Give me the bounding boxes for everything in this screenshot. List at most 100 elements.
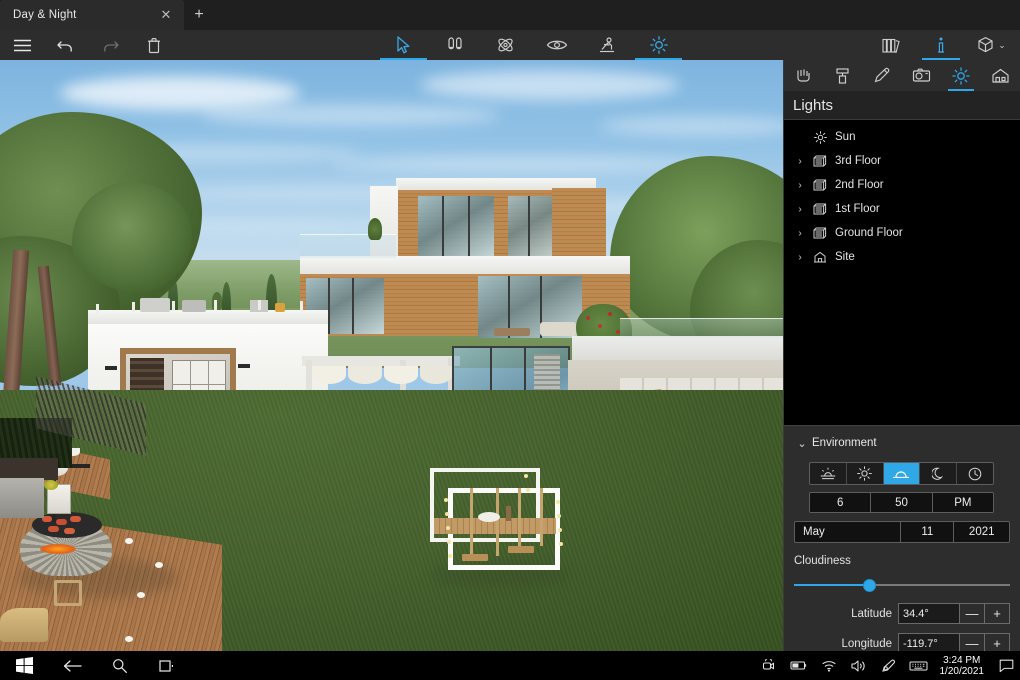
light-label: 3rd Floor [835,155,882,167]
render-tool[interactable] [582,30,633,60]
light-item-ground-floor[interactable]: › Ground Floor [784,221,1020,245]
flower [598,324,602,328]
section-title: Environment [812,437,877,449]
pergola-sail [348,366,382,384]
deck-chair [0,608,48,642]
meridiem-input[interactable]: PM [932,493,993,512]
pen-icon[interactable] [874,651,904,680]
hour-input[interactable]: 6 [810,493,872,512]
chevron-right-icon[interactable]: › [791,252,809,263]
meet-now-icon[interactable] [754,651,784,680]
toolbar-right-group: ⌄ [866,30,1016,60]
latitude-input[interactable]: 34.4° [898,603,960,624]
environment-section-header[interactable]: ⌄ Environment [794,432,1010,454]
chevron-right-icon[interactable]: › [791,180,809,191]
clock-date: 1/20/2021 [939,665,985,677]
swing-rope [518,488,521,550]
view-cube-button[interactable]: ⌄ [966,30,1016,60]
light-item-3rd-floor[interactable]: › 3rd Floor [784,149,1020,173]
page-title: Lights [793,96,834,114]
window-mullion [328,278,330,334]
latitude-label: Latitude [851,607,892,620]
battery-icon[interactable] [784,651,814,680]
light-item-1st-floor[interactable]: › 1st Floor [784,197,1020,221]
parapet-post [214,300,217,310]
latitude-decrement-button[interactable]: — [960,603,985,624]
bottle [506,506,511,521]
pergola-sail [312,366,346,384]
keyboard-icon[interactable] [904,651,934,680]
preset-sunset[interactable] [883,463,921,484]
tab-draw[interactable] [863,60,902,91]
chevron-down-icon[interactable]: ⌄ [998,40,1006,51]
wifi-icon[interactable] [814,651,844,680]
cloudiness-slider[interactable] [794,576,1010,594]
month-input[interactable]: May [795,522,902,542]
search-icon[interactable] [96,651,144,680]
pergola-sail [384,366,418,384]
close-icon[interactable]: ✕ [159,8,173,22]
scene-element [172,384,226,385]
minute-input[interactable]: 50 [871,493,933,512]
string-light [444,498,448,502]
fruit-bowl [44,480,58,490]
info-button[interactable] [916,30,966,60]
undo-icon[interactable] [44,30,88,60]
select-tool[interactable] [378,30,429,60]
grilled-food [64,528,75,534]
tab-lighting[interactable] [941,60,980,91]
swing-rope [540,488,543,546]
latitude-increment-button[interactable]: + [985,603,1010,624]
chevron-right-icon[interactable]: › [791,228,809,239]
walkthrough-tool[interactable] [429,30,480,60]
garden-light [155,562,163,568]
task-view-icon[interactable] [144,651,192,680]
project-tab[interactable]: Day & Night ✕ [0,0,184,30]
cloud [60,76,300,110]
notification-chat-icon[interactable] [992,651,1020,680]
light-label: 2nd Floor [835,179,884,191]
application-window: Day & Night ✕ + ⌄ Lights Sun › 3rd Floor… [0,0,1020,680]
physics-tool[interactable] [480,30,531,60]
volume-icon[interactable] [844,651,874,680]
hamburger-menu-icon[interactable] [0,30,44,60]
grilled-food [48,526,59,532]
tab-building[interactable] [981,60,1020,91]
light-item-sun[interactable]: Sun [784,125,1020,149]
preset-custom-time[interactable] [957,463,993,484]
slider-thumb[interactable] [863,579,877,592]
lighting-tool[interactable] [633,30,684,60]
year-input[interactable]: 2021 [954,522,1009,542]
chevron-right-icon[interactable]: › [791,156,809,167]
balcony-sofa [540,322,576,336]
day-input[interactable]: 11 [901,522,955,542]
redo-icon[interactable] [88,30,132,60]
swing-rope [496,488,499,556]
interior-stair [534,354,560,394]
trash-icon[interactable] [132,30,176,60]
fire-glow [40,544,76,554]
new-tab-button[interactable]: + [184,0,214,30]
chevron-right-icon[interactable]: › [791,204,809,215]
library-button[interactable] [866,30,916,60]
date-input-group: May 11 2021 [794,521,1010,543]
wall-slot [238,364,250,368]
preset-night[interactable] [920,463,958,484]
3d-scene-viewport[interactable] [0,60,783,651]
preset-sunrise[interactable] [810,463,847,484]
pergola-sail [420,366,452,384]
chevron-down-icon[interactable]: ⌄ [794,437,810,450]
site-icon [809,251,831,263]
light-item-2nd-floor[interactable]: › 2nd Floor [784,173,1020,197]
tab-select[interactable] [784,60,823,91]
windows-logo-icon[interactable] [0,651,48,680]
back-arrow-icon[interactable] [48,651,96,680]
parapet-post [300,301,303,311]
light-item-site[interactable]: › Site [784,245,1020,269]
light-label: Ground Floor [835,227,903,239]
tab-camera[interactable] [902,60,941,91]
taskbar-clock[interactable]: 3:24 PM 1/20/2021 [940,655,985,677]
preset-noon[interactable] [847,463,884,484]
visibility-tool[interactable] [531,30,582,60]
tab-materials[interactable] [823,60,862,91]
